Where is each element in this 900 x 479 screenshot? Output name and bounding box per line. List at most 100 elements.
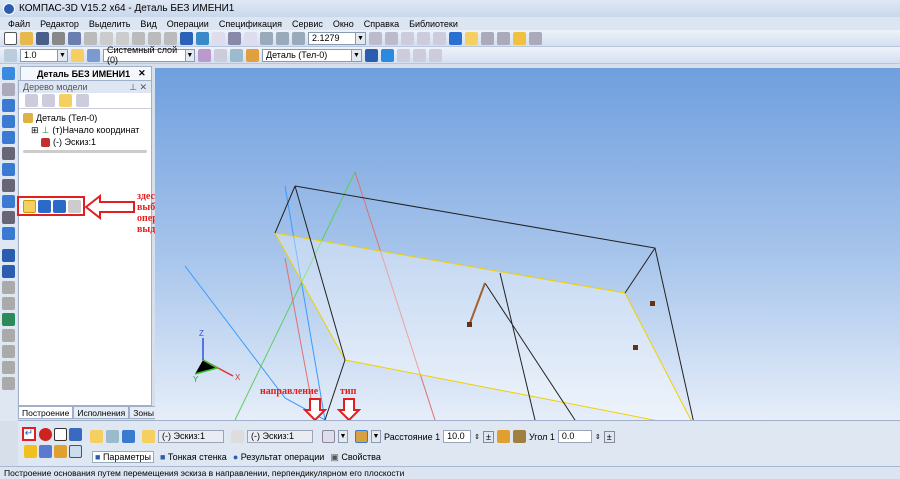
revolve-icon[interactable] — [38, 199, 51, 213]
zoom-window-icon[interactable] — [260, 31, 273, 45]
rotate-icon[interactable] — [369, 31, 382, 45]
distance-sign-button[interactable]: ± — [483, 430, 494, 443]
plane-icon[interactable] — [230, 48, 243, 62]
assembly-icon[interactable] — [397, 48, 410, 62]
tab-document[interactable]: Деталь БЕЗ ИМЕНИ1 ✕ — [20, 66, 152, 80]
sheet-body-icon[interactable] — [2, 131, 15, 144]
menu-window[interactable]: Окно — [333, 19, 354, 29]
hole-icon[interactable] — [2, 297, 15, 310]
direction-object-field[interactable]: (-) Эскиз:1 — [247, 430, 313, 443]
tree-view-icon[interactable] — [25, 94, 38, 107]
preview-icon[interactable] — [69, 428, 82, 441]
taper-in-icon[interactable] — [496, 430, 510, 443]
boolean-icon[interactable] — [2, 313, 15, 326]
chamfer-icon[interactable] — [2, 329, 15, 342]
orient-icon[interactable] — [214, 48, 227, 62]
rib-icon[interactable] — [2, 345, 15, 358]
direction-dropdown[interactable]: ▼ — [338, 430, 348, 443]
step-select[interactable]: 1.0 ▼ — [20, 48, 68, 62]
manager-icon[interactable] — [180, 31, 193, 45]
shell-icon[interactable] — [2, 361, 15, 374]
zoom-scale-select[interactable]: 2.1279 ▼ — [308, 31, 366, 45]
tree-item-origin[interactable]: ⊞ ⊥ (т)Начало координат — [23, 124, 147, 136]
layer-select[interactable]: Системный слой (0) ▼ — [103, 45, 195, 65]
open-icon[interactable] — [20, 31, 33, 45]
variables-fx-icon[interactable] — [212, 31, 225, 45]
measure-icon[interactable] — [228, 31, 241, 45]
tree-order-icon[interactable] — [59, 94, 72, 107]
solid-icon[interactable] — [381, 48, 394, 62]
menu-operations[interactable]: Операции — [167, 19, 209, 29]
reports-icon[interactable] — [2, 227, 15, 240]
body-select[interactable]: Деталь (Тел-0) ▼ — [262, 48, 362, 62]
part-icon[interactable] — [513, 31, 526, 45]
expand-icon[interactable]: ⊞ — [31, 125, 39, 136]
measure-icon[interactable] — [2, 179, 15, 192]
format-icon[interactable] — [132, 31, 145, 45]
fit-icon[interactable] — [54, 428, 67, 441]
direction-icon[interactable] — [322, 430, 335, 443]
tab-properties[interactable]: ▣ Свойства — [330, 452, 381, 463]
taper-out-icon[interactable] — [512, 430, 526, 443]
specification-icon[interactable] — [2, 211, 15, 224]
angle-input[interactable]: 0.0 — [557, 430, 592, 443]
structure-icon[interactable] — [42, 94, 55, 107]
dimension-icon[interactable] — [429, 48, 442, 62]
cut-icon[interactable] — [84, 31, 97, 45]
shaded-icon[interactable] — [449, 31, 462, 45]
menu-libraries[interactable]: Библиотеки — [409, 19, 458, 29]
undo-icon[interactable] — [148, 31, 161, 45]
body-icon[interactable] — [246, 48, 259, 62]
preview-icon[interactable] — [68, 31, 81, 45]
help-pointer-icon[interactable] — [244, 31, 257, 45]
tree-filter-icon[interactable] — [76, 94, 89, 107]
tab-operation-result[interactable]: ● Результат операции — [233, 452, 325, 462]
tab-construction[interactable]: Построение — [18, 406, 74, 419]
tree-select-icon[interactable] — [106, 430, 119, 443]
tab-thin-wall[interactable]: ■ Тонкая стенка — [160, 452, 227, 462]
close-icon[interactable]: ✕ — [138, 68, 146, 79]
tree-item-part[interactable]: Деталь (Тел-0) — [23, 112, 147, 124]
menu-edit[interactable]: Редактор — [40, 19, 79, 29]
new-file-icon[interactable] — [4, 31, 17, 45]
edit-components-icon[interactable] — [365, 48, 378, 62]
local-cs-icon[interactable] — [198, 48, 211, 62]
paste-icon[interactable] — [116, 31, 129, 45]
menu-select[interactable]: Выделить — [89, 19, 131, 29]
zoom-fit-icon[interactable] — [276, 31, 289, 45]
type-dropdown[interactable]: ▼ — [371, 430, 381, 443]
create-object-button[interactable]: ↵ — [22, 427, 36, 441]
angle-spinner[interactable]: ⇕ — [595, 433, 601, 441]
direction-vector-icon[interactable] — [231, 430, 244, 443]
type-icon[interactable] — [355, 430, 368, 443]
sweep-icon[interactable] — [53, 199, 66, 213]
table-icon[interactable] — [413, 48, 426, 62]
help-icon[interactable] — [69, 445, 82, 458]
menu-service[interactable]: Сервис — [292, 19, 323, 29]
sketch-select-icon[interactable] — [90, 430, 103, 443]
distance-input[interactable]: 10.0 — [443, 430, 472, 443]
hidden-lines-icon[interactable] — [417, 31, 430, 45]
surfaces-icon[interactable] — [2, 99, 15, 112]
selection-filters-icon[interactable] — [2, 195, 15, 208]
wireframe-icon[interactable] — [401, 31, 414, 45]
libraries-icon[interactable] — [196, 31, 209, 45]
distance-spinner[interactable]: ⇕ — [474, 433, 480, 441]
orientation-icon[interactable] — [385, 31, 398, 45]
angle-sign-button[interactable]: ± — [603, 430, 615, 443]
body-select-icon[interactable] — [122, 430, 135, 443]
pin-close-icons[interactable]: ⊥ ✕ — [129, 81, 147, 93]
zoom-in-icon[interactable] — [292, 31, 305, 45]
repeat-icon[interactable] — [39, 445, 52, 458]
fillet-icon[interactable] — [2, 281, 15, 294]
diagnostics-icon[interactable] — [2, 163, 15, 176]
extrude-icon[interactable] — [23, 199, 36, 213]
perspective-icon[interactable] — [481, 31, 494, 45]
save-icon[interactable] — [36, 31, 49, 45]
3d-viewport[interactable]: X Y Z направление тип — [155, 68, 900, 420]
lock-icon[interactable] — [2, 377, 15, 390]
menu-help[interactable]: Справка — [364, 19, 399, 29]
copy-icon[interactable] — [100, 31, 113, 45]
sketch-field[interactable]: (-) Эскиз:1 — [158, 430, 224, 443]
thin-lines-icon[interactable] — [433, 31, 446, 45]
